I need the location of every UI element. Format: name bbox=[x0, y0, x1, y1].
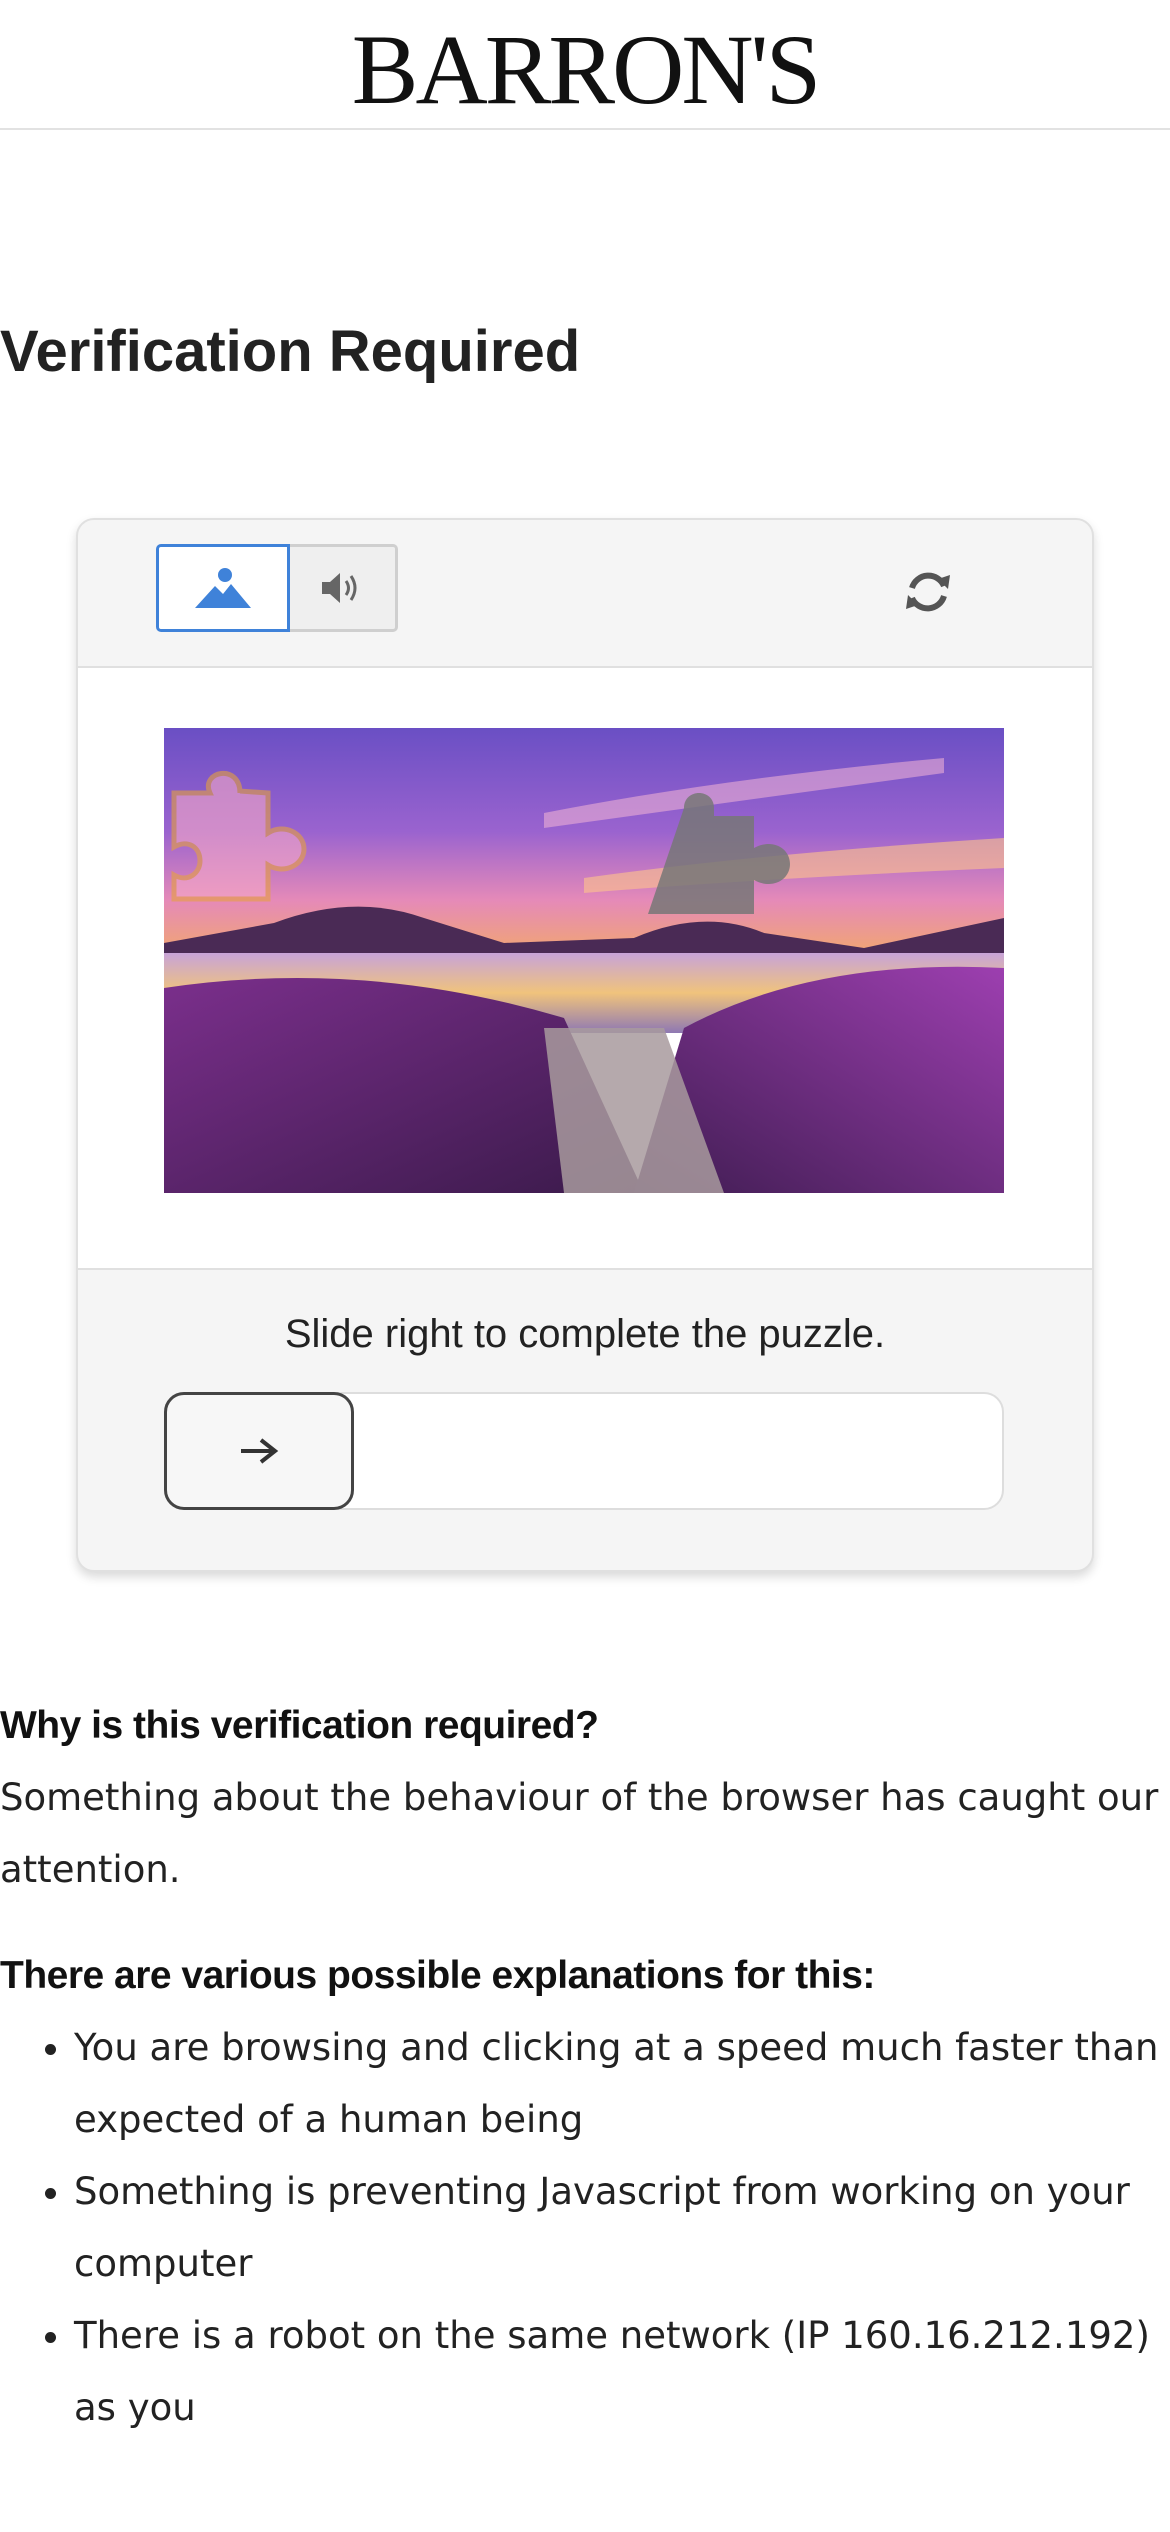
image-challenge-button[interactable] bbox=[156, 544, 290, 632]
speaker-icon bbox=[322, 573, 357, 603]
captcha-toolbar bbox=[78, 520, 1092, 668]
reason-item: You are browsing and clicking at a speed… bbox=[74, 2012, 1170, 2156]
audio-challenge-button[interactable] bbox=[286, 544, 398, 632]
reasons-list: You are browsing and clicking at a speed… bbox=[0, 2012, 1170, 2444]
refresh-icon bbox=[906, 572, 950, 612]
refresh-button[interactable] bbox=[898, 562, 958, 622]
captcha-widget: Slide right to complete the puzzle. bbox=[76, 518, 1094, 1572]
reason-item: There is a robot on the same network (IP… bbox=[74, 2300, 1170, 2444]
verification-info: Why is this verification required? Somet… bbox=[0, 1690, 1170, 2444]
why-heading: Why is this verification required? bbox=[0, 1704, 599, 1747]
slider-section: Slide right to complete the puzzle. bbox=[78, 1268, 1092, 1570]
image-icon bbox=[195, 568, 251, 608]
puzzle-image bbox=[164, 728, 1004, 1193]
why-text: Something about the behaviour of the bro… bbox=[0, 1776, 1159, 1891]
explanations-heading: There are various possible explanations … bbox=[0, 1954, 875, 1997]
slider-handle[interactable] bbox=[164, 1392, 354, 1510]
barrons-logo[interactable]: BARRON'S bbox=[0, 12, 1170, 127]
puzzle-instruction: Slide right to complete the puzzle. bbox=[284, 1312, 886, 1356]
arrow-right-icon bbox=[241, 1438, 279, 1464]
page-title: Verification Required bbox=[0, 319, 581, 384]
reason-item: Something is preventing Javascript from … bbox=[74, 2156, 1170, 2300]
puzzle-area bbox=[78, 668, 1092, 1268]
site-header: BARRON'S bbox=[0, 0, 1170, 130]
